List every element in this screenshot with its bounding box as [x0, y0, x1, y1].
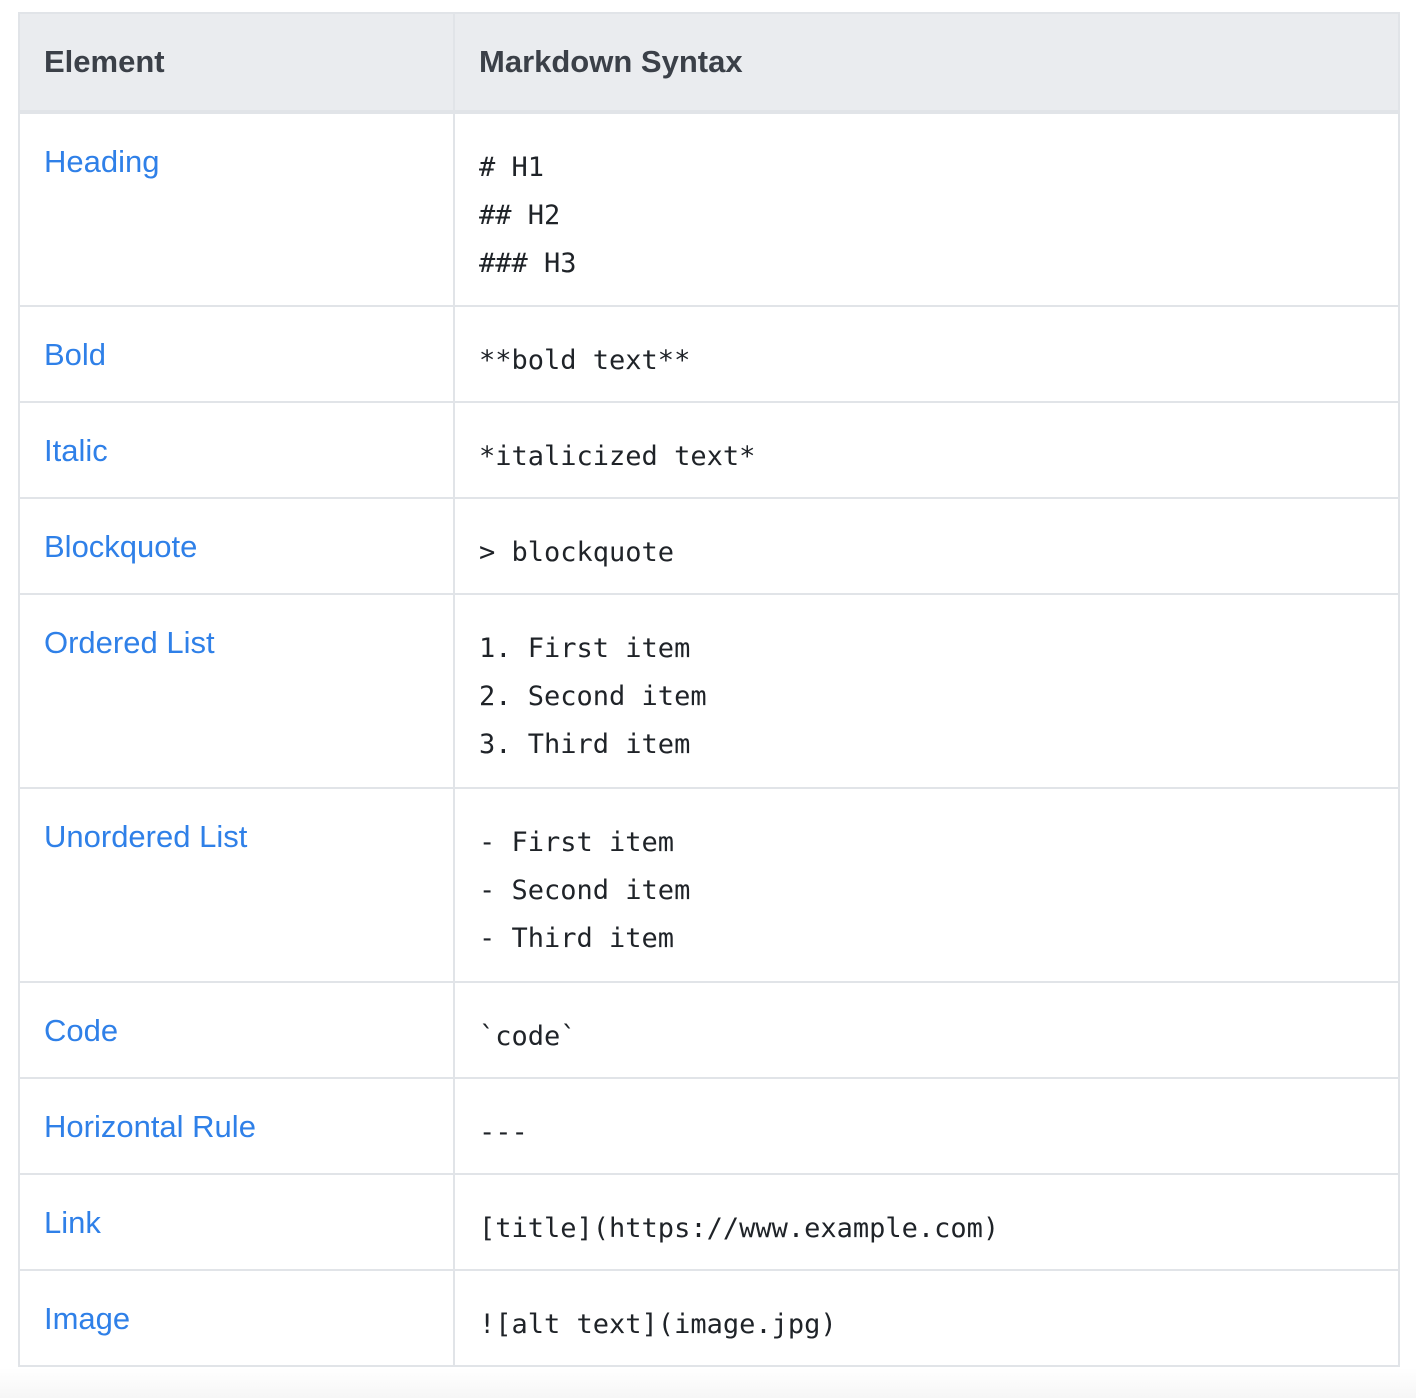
header-element: Element: [18, 12, 455, 114]
table-row: Heading # H1 ## H2 ### H3: [18, 111, 1400, 307]
header-markdown-syntax: Markdown Syntax: [453, 12, 1400, 114]
table-row: Horizontal Rule ---: [18, 1077, 1400, 1175]
element-cell: Blockquote: [18, 497, 455, 595]
syntax-cell: *italicized text*: [453, 401, 1400, 499]
element-cell: Ordered List: [18, 593, 455, 789]
table-row: Code `code`: [18, 981, 1400, 1079]
syntax-line: [title](https://www.example.com): [479, 1213, 1000, 1244]
syntax-cell: ---: [453, 1077, 1400, 1175]
element-link-heading[interactable]: Heading: [44, 144, 159, 179]
table-row: Italic *italicized text*: [18, 401, 1400, 499]
syntax-line: > blockquote: [479, 537, 675, 568]
element-cell: Horizontal Rule: [18, 1077, 455, 1175]
header-row: Element Markdown Syntax: [18, 12, 1400, 114]
syntax-line: ## H2: [479, 200, 561, 231]
syntax-line: ![alt text](image.jpg): [479, 1309, 837, 1340]
markdown-syntax-table: Element Markdown Syntax Heading # H1 ## …: [18, 12, 1400, 1367]
syntax-cell: **bold text**: [453, 305, 1400, 403]
element-cell: Heading: [18, 111, 455, 307]
syntax-line: *italicized text*: [479, 441, 756, 472]
table-header: Element Markdown Syntax: [18, 12, 1400, 114]
element-link-horizontal-rule[interactable]: Horizontal Rule: [44, 1109, 256, 1144]
syntax-line: - Second item: [479, 875, 691, 906]
syntax-cell: [title](https://www.example.com): [453, 1173, 1400, 1271]
element-link-bold[interactable]: Bold: [44, 337, 106, 372]
element-cell: Unordered List: [18, 787, 455, 983]
syntax-line: ### H3: [479, 248, 577, 279]
element-cell: Italic: [18, 401, 455, 499]
table-row: Unordered List - First item - Second ite…: [18, 787, 1400, 983]
table-body: Heading # H1 ## H2 ### H3 Bold **bold te…: [18, 111, 1400, 1367]
bottom-shadow: [0, 1368, 1416, 1398]
syntax-line: - Third item: [479, 923, 675, 954]
syntax-line: **bold text**: [479, 345, 691, 376]
element-link-link[interactable]: Link: [44, 1205, 101, 1240]
syntax-line: 2. Second item: [479, 681, 707, 712]
syntax-line: # H1: [479, 152, 545, 183]
syntax-line: ---: [479, 1117, 528, 1148]
syntax-line: `code`: [479, 1021, 577, 1052]
syntax-line: - First item: [479, 827, 675, 858]
table-row: Blockquote > blockquote: [18, 497, 1400, 595]
element-link-ordered-list[interactable]: Ordered List: [44, 625, 215, 660]
table-row: Image ![alt text](image.jpg): [18, 1269, 1400, 1367]
element-link-italic[interactable]: Italic: [44, 433, 108, 468]
element-cell: Link: [18, 1173, 455, 1271]
syntax-cell: ![alt text](image.jpg): [453, 1269, 1400, 1367]
element-cell: Code: [18, 981, 455, 1079]
syntax-cell: - First item - Second item - Third item: [453, 787, 1400, 983]
syntax-line: 1. First item: [479, 633, 691, 664]
element-cell: Bold: [18, 305, 455, 403]
syntax-cell: # H1 ## H2 ### H3: [453, 111, 1400, 307]
element-link-blockquote[interactable]: Blockquote: [44, 529, 197, 564]
table-row: Bold **bold text**: [18, 305, 1400, 403]
syntax-cell: > blockquote: [453, 497, 1400, 595]
table-row: Ordered List 1. First item 2. Second ite…: [18, 593, 1400, 789]
element-link-unordered-list[interactable]: Unordered List: [44, 819, 247, 854]
table-row: Link [title](https://www.example.com): [18, 1173, 1400, 1271]
element-cell: Image: [18, 1269, 455, 1367]
syntax-line: 3. Third item: [479, 729, 691, 760]
markdown-syntax-table-container: Element Markdown Syntax Heading # H1 ## …: [18, 12, 1400, 1367]
element-link-image[interactable]: Image: [44, 1301, 130, 1336]
syntax-cell: 1. First item 2. Second item 3. Third it…: [453, 593, 1400, 789]
syntax-cell: `code`: [453, 981, 1400, 1079]
element-link-code[interactable]: Code: [44, 1013, 118, 1048]
